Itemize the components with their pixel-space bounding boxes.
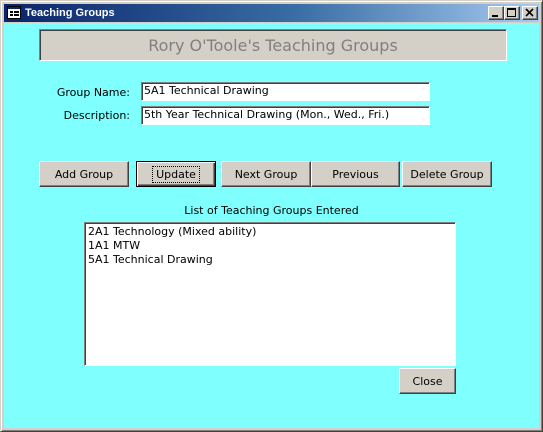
previous-label: Previous [332, 167, 379, 181]
close-label: Close [412, 374, 443, 388]
delete-group-button[interactable]: Delete Group [402, 161, 492, 187]
group-name-field[interactable]: 5A1 Technical Drawing [141, 82, 430, 101]
update-button[interactable]: Update [136, 161, 216, 187]
minimize-button[interactable] [488, 6, 504, 20]
title-bar[interactable]: Teaching Groups [4, 4, 539, 22]
previous-button[interactable]: Previous [311, 161, 400, 187]
group-name-label: Group Name: [56, 86, 130, 99]
close-button[interactable]: Close [399, 368, 456, 394]
add-group-label: Add Group [54, 167, 114, 181]
delete-group-label: Delete Group [410, 167, 484, 181]
list-item[interactable]: 1A1 MTW [88, 239, 455, 253]
header-box: Rory O'Toole's Teaching Groups [39, 29, 507, 61]
update-label: Update [152, 165, 200, 183]
add-group-button[interactable]: Add Group [39, 161, 129, 187]
minimize-icon [492, 15, 498, 17]
next-group-label: Next Group [234, 167, 298, 181]
list-item[interactable]: 2A1 Technology (Mixed ability) [88, 225, 455, 239]
form-client-area: Rory O'Toole's Teaching Groups Group Nam… [4, 23, 539, 428]
teaching-groups-window: Teaching Groups Rory O'Toole's Teaching … [0, 0, 543, 432]
close-window-button[interactable] [522, 6, 538, 20]
list-caption: List of Teaching Groups Entered [184, 204, 359, 217]
teaching-groups-list[interactable]: 2A1 Technology (Mixed ability) 1A1 MTW 5… [84, 222, 456, 366]
next-group-button[interactable]: Next Group [221, 161, 311, 187]
maximize-icon [507, 8, 516, 17]
description-field[interactable]: 5th Year Technical Drawing (Mon., Wed., … [141, 106, 430, 125]
form-icon [7, 6, 21, 19]
list-item[interactable]: 5A1 Technical Drawing [88, 253, 455, 267]
description-label: Description: [63, 109, 130, 122]
window-title: Teaching Groups [25, 7, 115, 19]
close-icon [525, 8, 534, 17]
maximize-button[interactable] [504, 6, 520, 20]
page-title: Rory O'Toole's Teaching Groups [148, 36, 398, 55]
